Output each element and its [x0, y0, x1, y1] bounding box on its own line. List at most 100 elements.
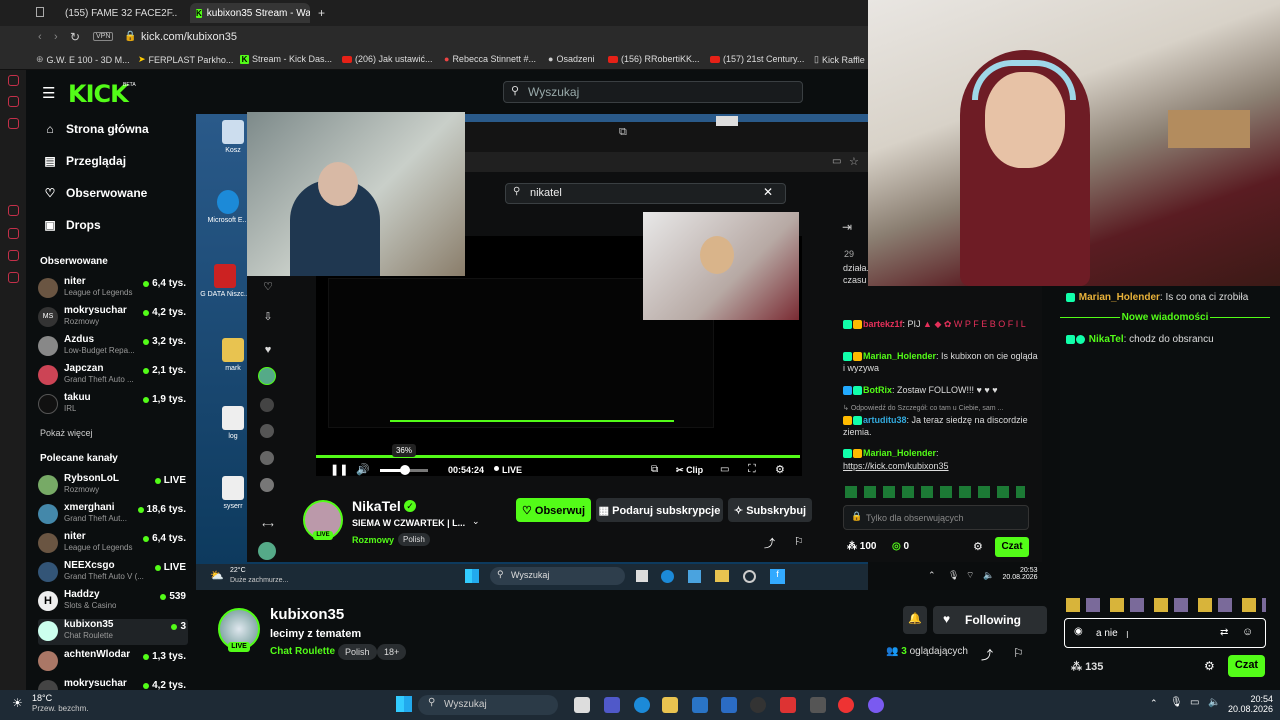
- report-icon[interactable]: ⚐: [794, 535, 804, 548]
- followed-channel[interactable]: niter League of Legends 6,4 tys.: [38, 276, 188, 302]
- avatar[interactable]: [258, 542, 276, 560]
- follow-button[interactable]: ♡ Obserwuj: [516, 498, 591, 522]
- speaker-icon[interactable]: 🔈: [1208, 697, 1220, 708]
- nav-following[interactable]: ♡ Obserwowane: [44, 186, 148, 200]
- mic-icon[interactable]: 🎙: [1170, 697, 1183, 708]
- recommended-channel[interactable]: RybsonLoL Rozmowy LIVE: [38, 473, 188, 499]
- desktop-icon-mark[interactable]: mark: [216, 338, 250, 372]
- chat-username[interactable]: Marian_Holender: [863, 351, 936, 361]
- collapse-chat-icon[interactable]: ⇥: [842, 220, 852, 234]
- recommended-channel-selected[interactable]: kubixon35 Chat Roulette 3: [38, 619, 188, 645]
- app-icon[interactable]: [743, 570, 756, 583]
- display-icon[interactable]: ▭: [1190, 697, 1199, 708]
- volume-icon[interactable]: 🔊: [356, 463, 370, 476]
- app-icon[interactable]: [750, 697, 766, 713]
- new-tab-button[interactable]: +: [312, 3, 326, 23]
- progress-bar[interactable]: [316, 455, 800, 458]
- theater-icon[interactable]: ▭: [720, 464, 729, 475]
- desktop-icon-log[interactable]: log: [216, 406, 250, 440]
- show-more-link[interactable]: Pokaż więcej: [40, 428, 93, 438]
- remote-taskbar-search[interactable]: Wyszukaj: [490, 567, 625, 585]
- avatar[interactable]: [260, 398, 274, 412]
- fullscreen-icon[interactable]: ⛶: [748, 463, 756, 476]
- stream-category[interactable]: Chat Roulette: [270, 646, 335, 657]
- search-input[interactable]: Wyszukaj: [503, 81, 803, 103]
- chat-username[interactable]: BotRix: [863, 385, 892, 395]
- task-view-icon[interactable]: [636, 570, 648, 582]
- chat-input[interactable]: a nie: [1064, 618, 1266, 648]
- stream-category[interactable]: Rozmowy: [352, 535, 394, 545]
- heart-icon[interactable]: ♥: [262, 344, 274, 356]
- emote-bar[interactable]: [845, 486, 1025, 498]
- recommended-channel[interactable]: niter League of Legends 6,4 tys.: [38, 531, 188, 557]
- pip-icon[interactable]: ⧉: [651, 464, 658, 475]
- share-icon[interactable]: ⤴: [764, 535, 775, 551]
- bookmark-item[interactable]: (157) 21st Century...: [710, 54, 804, 64]
- sidepanel-icon[interactable]: [8, 75, 19, 86]
- task-view-icon[interactable]: [574, 697, 590, 713]
- remote-search-input[interactable]: nikatel: [505, 183, 786, 204]
- store-icon[interactable]: [692, 697, 708, 713]
- vpn-badge[interactable]: VPN: [93, 32, 114, 41]
- recommended-channel[interactable]: achtenWlodar 1,3 tys.: [38, 649, 188, 675]
- outlook-icon[interactable]: [721, 697, 737, 713]
- desktop-icon-syserr[interactable]: syserr: [216, 476, 250, 510]
- bookmark-item[interactable]: (206) Jak ustawić...: [342, 54, 433, 64]
- reload-icon[interactable]: ↻: [70, 30, 80, 44]
- followed-channel[interactable]: MS mokrysuchar Rozmowy 4,2 tys.: [38, 305, 188, 331]
- tab-kick[interactable]: Kkubixon35 Stream - Wa...: [190, 3, 310, 23]
- tray-chevron-icon[interactable]: ⌃: [1150, 698, 1158, 709]
- reader-icon[interactable]: ▭: [832, 156, 841, 167]
- kick-logo[interactable]: KICK: [68, 80, 129, 108]
- teams-icon[interactable]: [604, 697, 620, 713]
- recommended-channel[interactable]: mokrysuchar 4,2 tys.: [38, 678, 188, 690]
- tag-age[interactable]: 18+: [377, 644, 407, 660]
- popout-icon[interactable]: ⧉: [619, 126, 627, 139]
- channel-name[interactable]: kubixon35: [270, 606, 344, 623]
- sidepanel-icon[interactable]: [8, 96, 19, 107]
- wifi-icon[interactable]: ⌔: [966, 570, 974, 581]
- followed-channel[interactable]: Azdus Low-Budget Repa... 3,2 tys.: [38, 334, 188, 360]
- gift-sub-button[interactable]: ▦ Podaruj subskrypcje: [596, 498, 723, 522]
- tag-language[interactable]: Polish: [338, 644, 377, 660]
- mic-icon[interactable]: 🎙: [948, 570, 959, 581]
- sidepanel-icon[interactable]: [8, 250, 19, 261]
- folder-icon[interactable]: [662, 697, 678, 713]
- sidepanel-icon[interactable]: [8, 272, 19, 283]
- emote-bar[interactable]: [1066, 598, 1266, 612]
- following-button[interactable]: ♥ Following: [933, 606, 1047, 634]
- avatar[interactable]: [260, 451, 274, 465]
- bookmark-item[interactable]: (156) RRobertiKK...: [608, 54, 700, 64]
- store-icon[interactable]: [688, 570, 701, 583]
- followed-channel[interactable]: Japczan Grand Theft Auto ... 2,1 tys.: [38, 363, 188, 389]
- app-icon[interactable]: [810, 697, 826, 713]
- avatar[interactable]: [260, 424, 274, 438]
- volume-knob[interactable]: [400, 465, 410, 475]
- remote-chat-send-button[interactable]: Czat: [995, 537, 1029, 557]
- windows-start-icon[interactable]: [396, 696, 412, 712]
- record-icon[interactable]: ◉: [1074, 626, 1083, 637]
- back-icon[interactable]: ‹: [38, 31, 42, 43]
- taskbar-search[interactable]: Wyszukaj: [418, 695, 558, 715]
- weather-temp[interactable]: 18°C: [32, 693, 52, 703]
- nav-drops[interactable]: ▣ Drops: [44, 218, 100, 232]
- sidepanel-icon[interactable]: [8, 228, 19, 239]
- app-icon[interactable]: [780, 697, 796, 713]
- desktop-icon-gdata[interactable]: G DATA Niszc...: [200, 264, 250, 298]
- bookmark-item[interactable]: ⊕ G.W. E 100 - 3D M...: [36, 54, 130, 65]
- settings-icon[interactable]: ⚙: [775, 463, 785, 476]
- clear-search-icon[interactable]: ✕: [763, 185, 773, 199]
- chat-username[interactable]: Marian_Holender: [1079, 292, 1160, 303]
- discord-icon[interactable]: [868, 697, 884, 713]
- chat-username[interactable]: NikaTel: [1089, 334, 1124, 345]
- report-icon[interactable]: ⚐: [1013, 646, 1024, 660]
- subscribe-button[interactable]: ✧ Subskrybuj: [728, 498, 812, 522]
- streamer-name[interactable]: NikaTel: [352, 498, 401, 514]
- edge-icon[interactable]: [634, 697, 650, 713]
- url-text[interactable]: kick.com/kubixon35: [141, 31, 237, 43]
- remote-chat-input[interactable]: Tylko dla obserwujących: [843, 505, 1029, 530]
- desktop-icon-edge[interactable]: Microsoft E...: [206, 190, 250, 224]
- stream-tag[interactable]: Polish: [398, 533, 430, 546]
- emoji-icon[interactable]: ☺: [1242, 626, 1253, 638]
- bookmark-item[interactable]: ➤ FERPLAST Parkho...: [138, 54, 233, 65]
